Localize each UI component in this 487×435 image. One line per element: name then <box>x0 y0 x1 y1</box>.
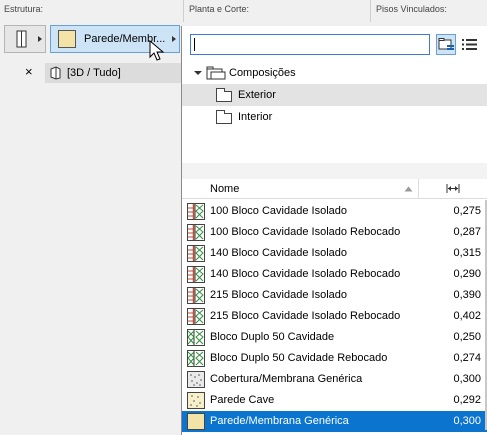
composite-name: Bloco Duplo 50 Cavidade <box>210 331 335 343</box>
list-row[interactable]: 140 Bloco Cavidade Isolado Rebocado 0,290 <box>182 264 487 285</box>
list-row[interactable]: Parede/Membrana Genérica 0,300 <box>182 411 487 432</box>
composite-picker-popup: Composições Exterior Interior Nome 100 B… <box>181 26 487 435</box>
tree-item-label: Exterior <box>238 89 276 101</box>
sort-ascending-icon <box>404 186 413 192</box>
composite-thickness: 0,300 <box>453 415 481 427</box>
cursor-icon <box>149 40 165 61</box>
folder-view-button[interactable] <box>436 34 456 55</box>
composite-thickness: 0,290 <box>453 268 481 280</box>
composite-double-block-icon <box>187 329 205 346</box>
composite-thickness: 0,300 <box>453 373 481 385</box>
planta-corte-label: Planta e Corte: <box>189 4 250 14</box>
folder-icon <box>216 88 232 102</box>
estrutura-label: Estrutura: <box>4 4 44 14</box>
composite-thickness: 0,390 <box>453 289 481 301</box>
composite-brick-insulation-icon <box>187 266 205 283</box>
folder-tree-icon <box>438 38 454 50</box>
view-item-3d[interactable]: [3D / Tudo] <box>45 63 181 83</box>
list-header: Nome <box>182 179 487 199</box>
composite-name: Parede Cave <box>210 394 275 406</box>
composite-thickness: 0,274 <box>453 352 481 364</box>
composite-brick-insulation-icon <box>187 224 205 241</box>
composite-thickness: 0,287 <box>453 226 481 238</box>
list-row[interactable]: Cobertura/Membrana Genérica 0,300 <box>182 369 487 390</box>
close-icon[interactable]: × <box>25 64 33 79</box>
structure-type-button[interactable] <box>4 25 46 53</box>
composite-thickness: 0,315 <box>453 247 481 259</box>
tree-item-exterior[interactable]: Exterior <box>182 84 487 106</box>
section-divider <box>370 0 371 22</box>
list-row[interactable]: 215 Bloco Cavidade Isolado Rebocado 0,402 <box>182 306 487 327</box>
composite-brick-insulation-icon <box>187 203 205 220</box>
composite-thickness: 0,402 <box>453 310 481 322</box>
folder-icon <box>216 110 232 124</box>
composite-name: Bloco Duplo 50 Cavidade Rebocado <box>210 352 388 364</box>
composite-name: 215 Bloco Cavidade Isolado Rebocado <box>210 310 401 322</box>
tree-root-composicoes[interactable]: Composições <box>182 62 487 84</box>
list-row[interactable]: 215 Bloco Cavidade Isolado 0,390 <box>182 285 487 306</box>
composite-roof-membrane-icon <box>187 371 205 388</box>
composite-brick-insulation-icon <box>187 287 205 304</box>
tree-root-label: Composições <box>229 67 296 79</box>
composite-name: 140 Bloco Cavidade Isolado Rebocado <box>210 268 401 280</box>
tree-item-interior[interactable]: Interior <box>182 106 487 128</box>
list-row[interactable]: 100 Bloco Cavidade Isolado Rebocado 0,287 <box>182 222 487 243</box>
list-row[interactable]: 100 Bloco Cavidade Isolado 0,275 <box>182 201 487 222</box>
composite-name: 100 Bloco Cavidade Isolado <box>210 205 347 217</box>
tree-item-label: Interior <box>238 111 273 123</box>
composite-generic-wall-icon <box>187 413 205 430</box>
panel-separator <box>182 163 487 179</box>
text-caret <box>194 38 195 51</box>
composite-name: Cobertura/Membrana Genérica <box>210 373 363 385</box>
composite-double-block-icon <box>187 350 205 367</box>
composite-name: 100 Bloco Cavidade Isolado Rebocado <box>210 226 401 238</box>
list-view-button[interactable] <box>459 34 479 55</box>
list-row[interactable]: 140 Bloco Cavidade Isolado 0,315 <box>182 243 487 264</box>
composite-thickness: 0,292 <box>453 394 481 406</box>
composite-name: 215 Bloco Cavidade Isolado <box>210 289 347 301</box>
section-divider <box>183 0 184 22</box>
list-row[interactable]: Bloco Duplo 50 Cavidade 0,250 <box>182 327 487 348</box>
composite-thickness: 0,250 <box>453 331 481 343</box>
folder-stack-icon <box>206 66 226 80</box>
pisos-vinculados-label: Pisos Vinculados: <box>376 4 447 14</box>
composite-thickness: 0,275 <box>453 205 481 217</box>
composite-name: Parede/Membrana Genérica <box>210 415 349 427</box>
composite-brick-insulation-icon <box>187 245 205 262</box>
wall-tool-icon <box>13 30 31 51</box>
chevron-right-icon <box>38 36 42 42</box>
3d-view-icon <box>49 66 62 83</box>
list-row[interactable]: Parede Cave 0,292 <box>182 390 487 411</box>
composite-basement-icon <box>187 392 205 409</box>
column-header-name[interactable]: Nome <box>210 183 239 195</box>
search-input[interactable] <box>190 34 430 55</box>
column-divider <box>418 179 419 198</box>
list-row[interactable]: Bloco Duplo 50 Cavidade Rebocado 0,274 <box>182 348 487 369</box>
composite-swatch-icon <box>58 30 76 48</box>
composite-name: 140 Bloco Cavidade Isolado <box>210 247 347 259</box>
chevron-down-icon <box>194 71 202 75</box>
chevron-right-icon <box>172 36 176 42</box>
view-item-label: [3D / Tudo] <box>67 67 121 79</box>
thickness-icon[interactable] <box>446 183 460 194</box>
list-icon <box>462 39 477 50</box>
composite-brick-insulation-icon <box>187 308 205 325</box>
